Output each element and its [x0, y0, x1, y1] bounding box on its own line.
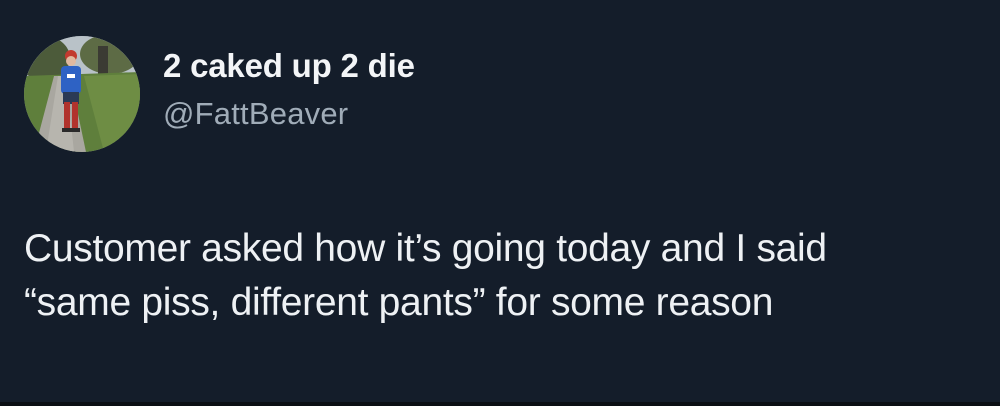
avatar[interactable]: [24, 36, 140, 152]
tweet-text-line: Customer asked how it’s going today and …: [24, 227, 827, 270]
display-name[interactable]: 2 caked up 2 die: [163, 46, 415, 86]
author-info: 2 caked up 2 die @FattBeaver: [163, 46, 415, 132]
profile-photo-icon: [24, 36, 140, 152]
user-handle[interactable]: @FattBeaver: [163, 96, 415, 132]
tweet-text-line: “same piss, different pants” for some re…: [24, 281, 774, 324]
tweet-card: 2 caked up 2 die @FattBeaver Customer as…: [0, 0, 1000, 402]
divider: [0, 402, 1000, 406]
tweet-text: Customer asked how it’s going today and …: [24, 222, 974, 330]
